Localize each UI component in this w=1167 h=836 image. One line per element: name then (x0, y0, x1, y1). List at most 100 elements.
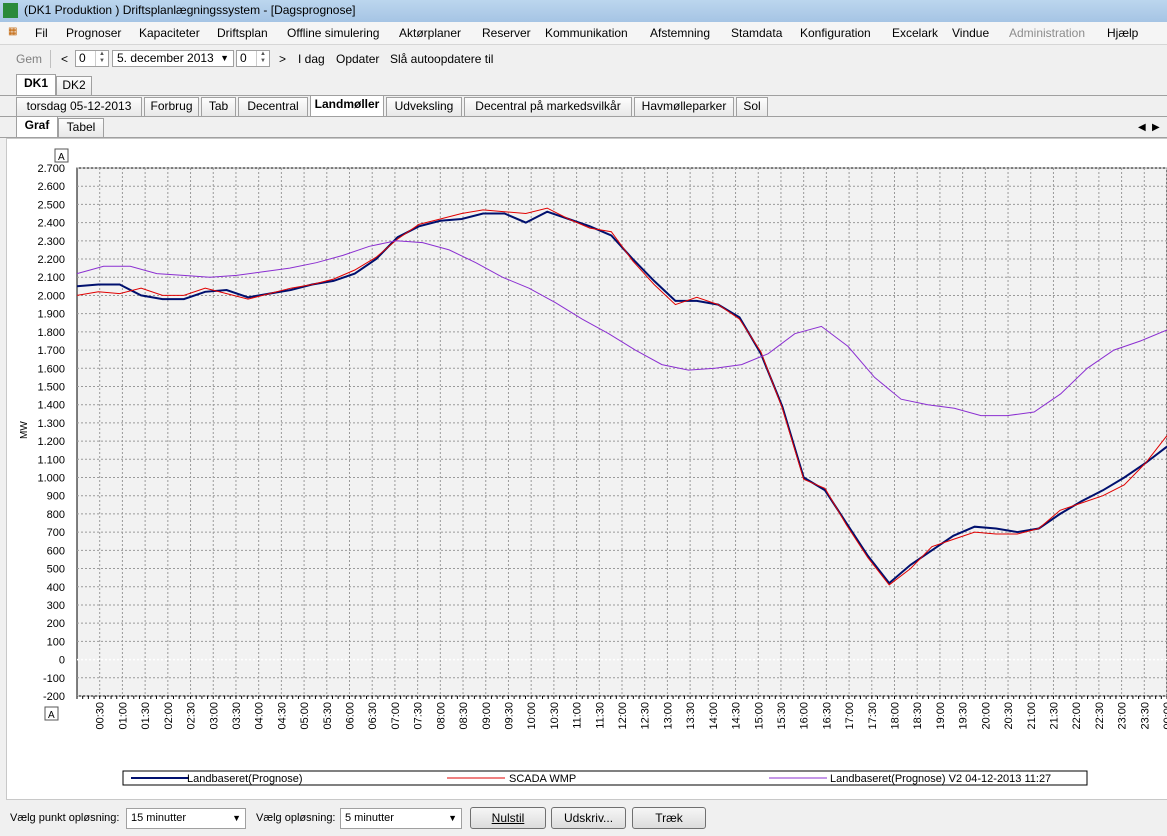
resolution-label: Vælg opløsning: (256, 812, 336, 824)
corner-marker-bottom[interactable]: A (44, 706, 59, 721)
y-tick-label: 1.400 (37, 400, 65, 412)
point-resolution-label: Vælg punkt opløsning: (10, 812, 120, 824)
y-tick-label: 800 (47, 509, 65, 521)
x-tick-label: 17:00 (844, 702, 856, 730)
prev-day-button[interactable]: < (61, 52, 68, 66)
menu-prognoser[interactable]: Prognoser (66, 26, 121, 40)
resolution-value: 5 minutter (345, 812, 394, 824)
x-tick-label: 23:30 (1139, 702, 1151, 730)
next-day-button[interactable]: > (279, 52, 286, 66)
day-offset-left-value: 0 (79, 51, 86, 65)
point-resolution-select[interactable]: 15 minutter ▼ (126, 808, 246, 829)
y-tick-label: 600 (47, 545, 65, 557)
save-button[interactable]: Gem (16, 52, 42, 66)
tab-decentral[interactable]: Decentral (238, 97, 308, 116)
menu-vindue[interactable]: Vindue (952, 26, 989, 40)
tab-decentral-markedsvilkar[interactable]: Decentral på markedsvilkår (464, 97, 632, 116)
y-tick-label: 1.200 (37, 436, 65, 448)
y-tick-label: 2.500 (37, 199, 65, 211)
chart-panel: -200 -100 0 100 200 300 400 500 600 700 800 900 1.00… (6, 138, 1167, 800)
y-tick-label: 2.600 (37, 181, 65, 193)
menu-offline-simulering[interactable]: Offline simulering (287, 26, 379, 40)
y-tick-label: 1.800 (37, 327, 65, 339)
tab-date[interactable]: torsdag 05-12-2013 (16, 97, 142, 116)
y-tick-label: 100 (47, 636, 65, 648)
tab-udveksling[interactable]: Udveksling (386, 97, 462, 116)
scroll-left-icon[interactable]: ◀ (1138, 122, 1146, 133)
spin-arrows-icon[interactable]: ▲ ▼ (95, 51, 108, 66)
reset-button[interactable]: Nulstil (470, 807, 546, 829)
menu-hjaelp[interactable]: Hjælp (1107, 26, 1138, 40)
y-tick-label: 1.000 (37, 473, 65, 485)
y-axis-ticks: -200 -100 0 100 200 300 400 500 600 700 800 900 1.00… (37, 163, 65, 703)
line-chart[interactable]: -200 -100 0 100 200 300 400 500 600 700 800 900 1.00… (7, 139, 1167, 799)
print-button[interactable]: Udskriv... (551, 807, 626, 829)
x-tick-label: 21:00 (1026, 702, 1038, 730)
tab-dk1[interactable]: DK1 (16, 74, 56, 95)
y-tick-label: 700 (47, 527, 65, 539)
menu-stamdata[interactable]: Stamdata (731, 26, 782, 40)
x-tick-label: 13:30 (685, 702, 697, 730)
menu-aktorplaner[interactable]: Aktørplaner (399, 26, 461, 40)
today-button[interactable]: I dag (298, 52, 325, 66)
refresh-button[interactable]: Opdater (336, 52, 379, 66)
menu-driftsplan[interactable]: Driftsplan (217, 26, 268, 40)
x-tick-label: 22:00 (1071, 702, 1083, 730)
menu-excelark[interactable]: Excelark (892, 26, 938, 40)
y-tick-label: 2.700 (37, 163, 65, 175)
y-tick-label: 2.100 (37, 272, 65, 284)
y-tick-label: 500 (47, 564, 65, 576)
toolbar-separator (50, 50, 51, 68)
tab-landmoller[interactable]: Landmøller (310, 95, 384, 116)
chevron-down-icon[interactable]: ▼ (220, 51, 229, 66)
y-tick-label: 2.300 (37, 236, 65, 248)
x-tick-label: 09:30 (503, 702, 515, 730)
y-tick-label: 1.500 (37, 381, 65, 393)
x-tick-label: 06:30 (367, 702, 379, 730)
day-offset-left-stepper[interactable]: 0 ▲ ▼ (75, 50, 109, 67)
x-tick-label: 01:00 (117, 702, 129, 730)
tab-sol[interactable]: Sol (736, 97, 768, 116)
x-tick-label: 14:30 (731, 702, 743, 730)
tab-havmolleparker[interactable]: Havmølleparker (634, 97, 734, 116)
x-tick-label: 04:00 (254, 702, 266, 730)
corner-marker-top[interactable]: A (54, 148, 69, 163)
menu-reserver[interactable]: Reserver (482, 26, 531, 40)
x-tick-label: 14:00 (708, 702, 720, 730)
x-tick-label: 06:00 (345, 702, 357, 730)
tab-forbrug[interactable]: Forbrug (144, 97, 199, 116)
date-picker[interactable]: 5. december 2013 ▼ (112, 50, 234, 67)
resolution-select[interactable]: 5 minutter ▼ (340, 808, 462, 829)
y-tick-label: 1.100 (37, 454, 65, 466)
x-tick-label: 07:00 (390, 702, 402, 730)
day-offset-right-stepper[interactable]: 0 ▲ ▼ (236, 50, 270, 67)
x-axis-ticks: 00:30 01:00 01:30 02:00 02:30 03:00 03:30 04:00… (76, 696, 1167, 730)
tab-dk2[interactable]: DK2 (56, 76, 92, 95)
menu-konfiguration[interactable]: Konfiguration (800, 26, 871, 40)
menu-kommunikation[interactable]: Kommunikation (545, 26, 628, 40)
tab-tab[interactable]: Tab (201, 97, 236, 116)
y-tick-label: -200 (43, 691, 65, 703)
x-tick-label: 23:00 (1117, 702, 1129, 730)
menu-fil[interactable]: Fil (35, 26, 48, 40)
autoupdate-button[interactable]: Slå autoopdatere til (390, 52, 493, 66)
menu-kapaciteter[interactable]: Kapaciteter (139, 26, 200, 40)
x-tick-label: 08:30 (458, 702, 470, 730)
mdi-window-icon[interactable]: ▦ (8, 26, 22, 39)
menu-administration: Administration (1009, 26, 1086, 40)
scroll-right-icon[interactable]: ▶ (1152, 122, 1160, 133)
x-tick-label: 16:30 (821, 702, 833, 730)
x-tick-label: 21:30 (1048, 702, 1060, 730)
chevron-down-icon[interactable]: ▼ (448, 809, 457, 828)
date-value: 5. december 2013 (117, 51, 214, 65)
tab-tabel[interactable]: Tabel (58, 118, 104, 137)
menu-afstemning[interactable]: Afstemning (650, 26, 710, 40)
spin-arrows-icon[interactable]: ▲ ▼ (256, 51, 269, 66)
chevron-down-icon[interactable]: ▼ (232, 809, 241, 828)
y-tick-label: 2.400 (37, 218, 65, 230)
tab-graf[interactable]: Graf (16, 116, 58, 137)
x-tick-label: 22:30 (1094, 702, 1106, 730)
day-offset-right-value: 0 (240, 51, 247, 65)
pull-button[interactable]: Træk (632, 807, 706, 829)
corner-marker-bottom-label: A (48, 710, 55, 721)
